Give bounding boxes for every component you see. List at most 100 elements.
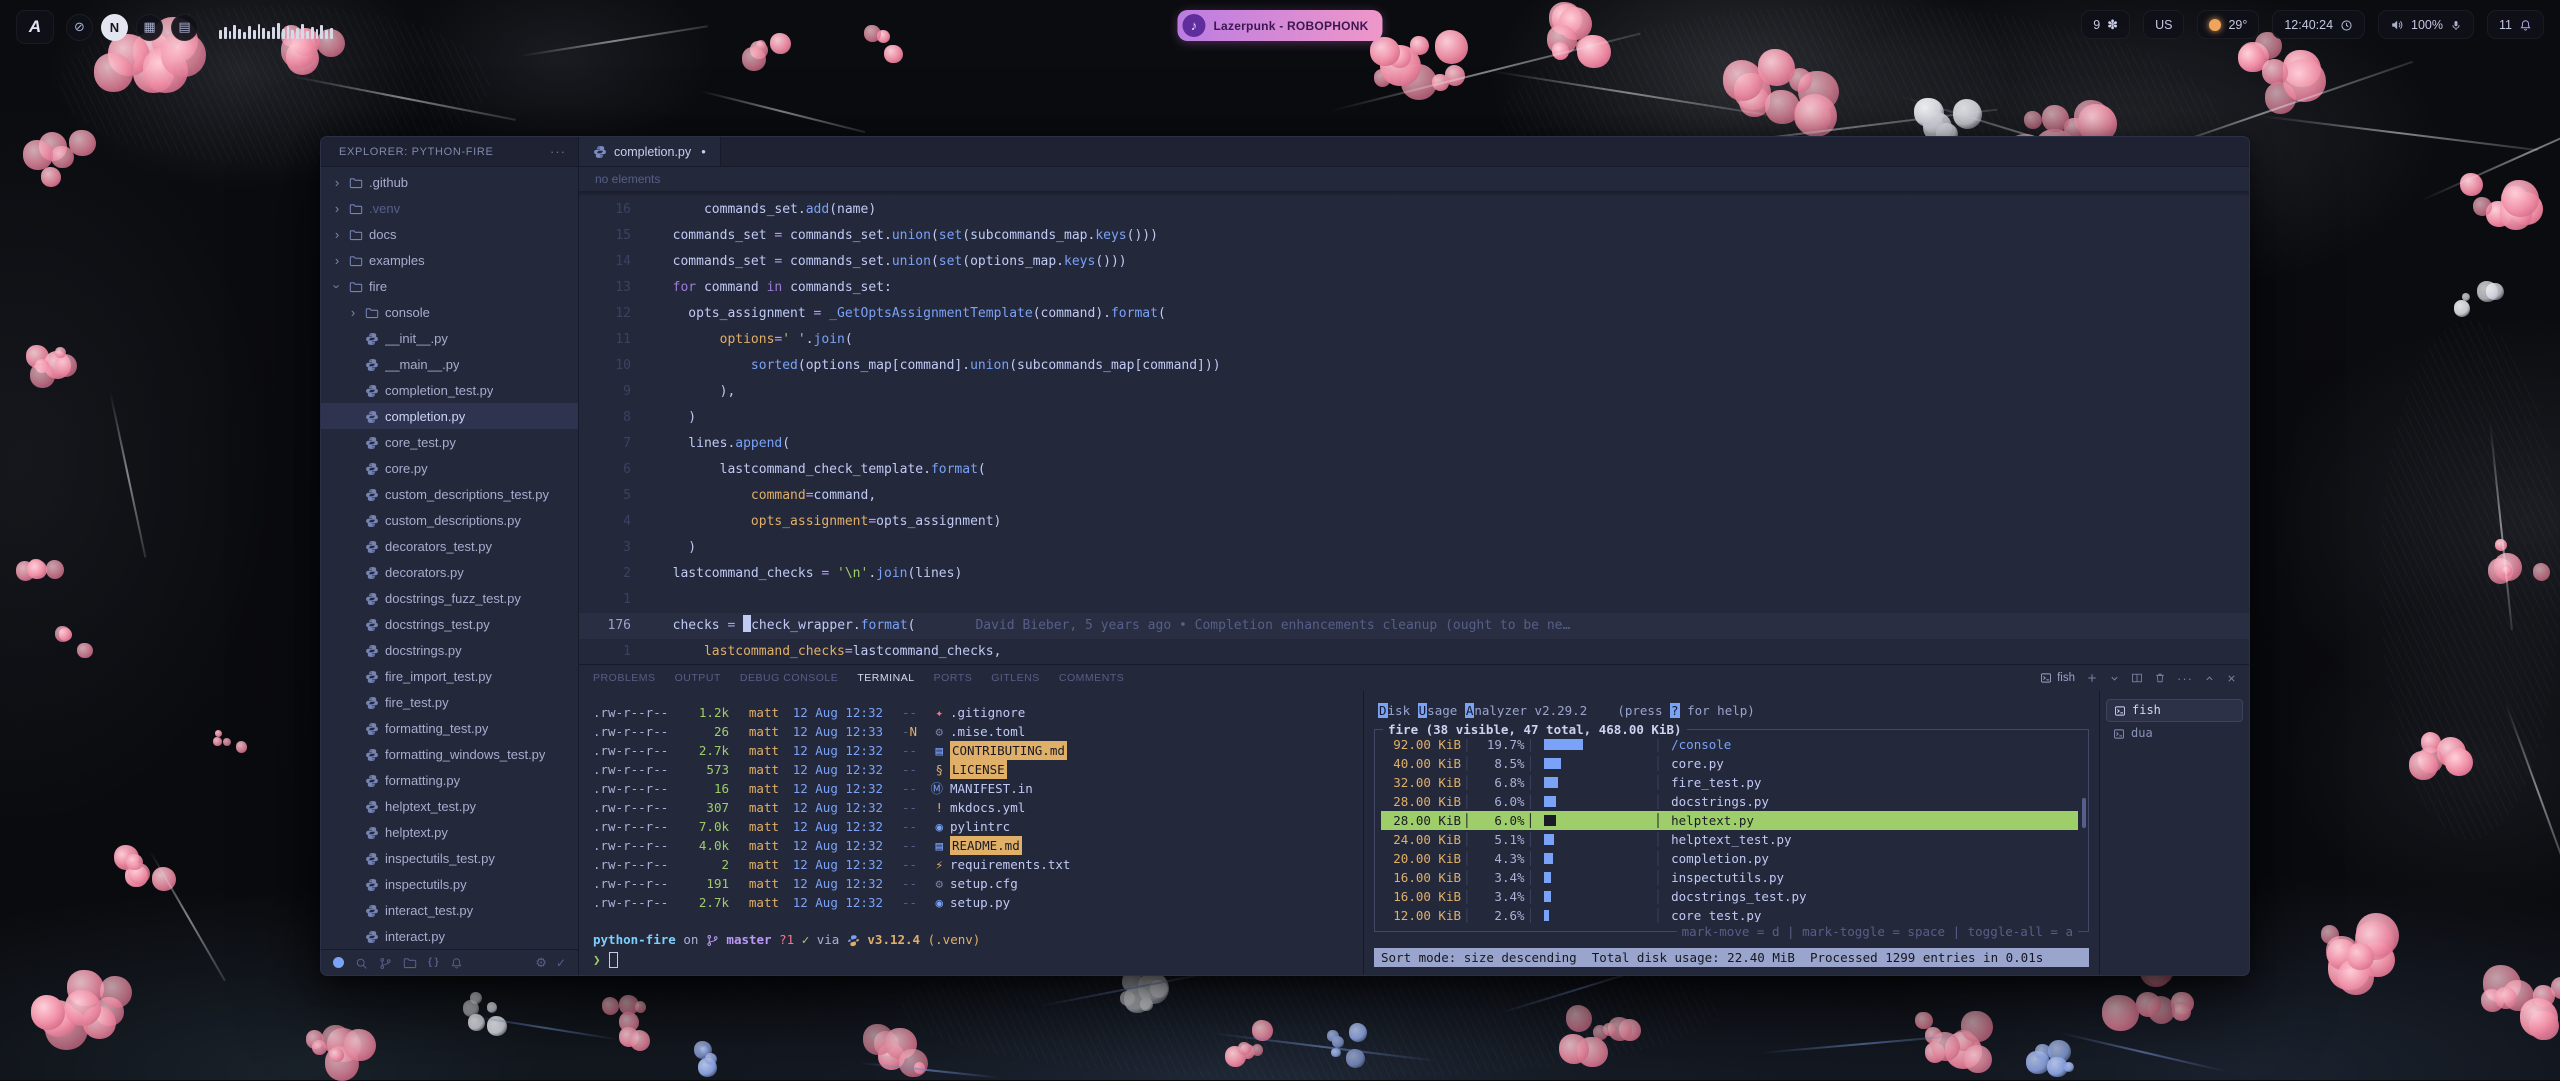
tree-item-decorators-test-py[interactable]: decorators_test.py: [321, 533, 578, 559]
tree-item-inspectutils-test-py[interactable]: inspectutils_test.py: [321, 845, 578, 871]
panel-tab-debug-console[interactable]: DEBUG CONSOLE: [740, 672, 838, 684]
tree-item-docstrings-test-py[interactable]: docstrings_test.py: [321, 611, 578, 637]
panel-tab-terminal[interactable]: TERMINAL: [857, 672, 914, 684]
bell-icon[interactable]: [450, 955, 463, 969]
panel-tab-comments[interactable]: COMMENTS: [1059, 672, 1124, 684]
tree-item-docstrings-py[interactable]: docstrings.py: [321, 637, 578, 663]
terminal-session-fish[interactable]: fish: [2106, 699, 2243, 722]
tree-item-formatting-windows-test-py[interactable]: formatting_windows_test.py: [321, 741, 578, 767]
app-launcher-button[interactable]: A: [16, 10, 54, 44]
media-player-pill[interactable]: ♪ Lazerpunk - ROBOPHONK: [1177, 10, 1382, 41]
split-icon[interactable]: [2131, 672, 2143, 684]
keyboard-layout-pill[interactable]: US: [2143, 10, 2184, 39]
explorer-more-icon[interactable]: ···: [550, 144, 566, 159]
python-file-icon: [365, 720, 379, 736]
folder-icon: [349, 278, 363, 294]
tree-item-interact-py[interactable]: interact.py: [321, 923, 578, 949]
tree-item-label: __init__.py: [385, 331, 448, 346]
power-slash-icon[interactable]: ⊘: [66, 14, 93, 41]
tree-item-inspectutils-py[interactable]: inspectutils.py: [321, 871, 578, 897]
plus-icon[interactable]: [2086, 672, 2098, 684]
tree-item-helptext-py[interactable]: helptext.py: [321, 819, 578, 845]
file-row-requirements-txt: .rw-r--r--2matt12 Aug 12:32--⚡requiremen…: [593, 855, 1363, 874]
folder-icon[interactable]: [403, 955, 417, 970]
dua-row-docstrings-py[interactable]: 28.00 KiB│6.0%││ docstrings.py: [1381, 792, 2078, 811]
tab-completion-py[interactable]: completion.py ●: [579, 137, 721, 166]
line-number: 2: [579, 561, 657, 587]
tree-item-completion-test-py[interactable]: completion_test.py: [321, 377, 578, 403]
line-number: 6: [579, 457, 657, 483]
tree-item-main-py[interactable]: __main__.py: [321, 351, 578, 377]
dua-row-core-py[interactable]: 40.00 KiB│8.5%││ core.py: [1381, 754, 2078, 773]
python-file-icon: [365, 356, 379, 372]
now-playing-label: Lazerpunk - ROBOPHONK: [1213, 19, 1368, 33]
notes-icon[interactable]: ▤: [171, 14, 198, 41]
chevron-right-icon: ›: [331, 201, 343, 216]
tree-item-completion-py[interactable]: completion.py: [321, 403, 578, 429]
terminal-pane-fish[interactable]: .rw-r--r--1.2kmatt12 Aug 12:32--✦.gitign…: [579, 691, 1363, 975]
dua-scrollbar[interactable]: [2082, 798, 2086, 828]
tree-item-formatting-py[interactable]: formatting.py: [321, 767, 578, 793]
chevron-up-icon[interactable]: [2204, 673, 2215, 684]
trash-icon[interactable]: [2154, 672, 2166, 684]
tree-item-label: docstrings_test.py: [385, 617, 490, 632]
tree-item-decorators-py[interactable]: decorators.py: [321, 559, 578, 585]
dua-row-helptext-test-py[interactable]: 24.00 KiB│5.1%││ helptext_test.py: [1381, 830, 2078, 849]
weather-pill[interactable]: 29°: [2197, 10, 2259, 39]
ellipsis-icon[interactable]: ···: [2177, 671, 2193, 686]
grid-icon[interactable]: ▦: [136, 14, 163, 41]
n-badge-icon[interactable]: N: [101, 14, 128, 41]
breadcrumb: no elements: [579, 167, 2249, 191]
tree-item-formatting-test-py[interactable]: formatting_test.py: [321, 715, 578, 741]
tree-item-venv[interactable]: ›.venv: [321, 195, 578, 221]
braces-icon[interactable]: { }: [428, 957, 439, 968]
tree-item-docstrings-fuzz-test-py[interactable]: docstrings_fuzz_test.py: [321, 585, 578, 611]
code-editor[interactable]: 17 """16 commands_set.add(name)15 comman…: [579, 191, 2249, 664]
panel-tab-output[interactable]: OUTPUT: [675, 672, 721, 684]
check-icon[interactable]: ✓: [556, 956, 566, 970]
tree-item-examples[interactable]: ›examples: [321, 247, 578, 273]
tree-item-fire[interactable]: ›fire: [321, 273, 578, 299]
dua-row-docstrings-test-py[interactable]: 16.00 KiB│3.4%││ docstrings_test.py: [1381, 887, 2078, 906]
notifications-pill[interactable]: 11: [2487, 10, 2544, 39]
tree-item-custom-descriptions-py[interactable]: custom_descriptions.py: [321, 507, 578, 533]
tree-item-github[interactable]: ›.github: [321, 169, 578, 195]
shell-prompt-info: python-fire on master ?1 ✓ via v3.12.4 (…: [593, 930, 1363, 949]
terminal-session-dua[interactable]: dua: [2106, 722, 2243, 745]
dua-row-fire-test-py[interactable]: 32.00 KiB│6.8%││ fire_test.py: [1381, 773, 2078, 792]
branch-icon[interactable]: [379, 955, 392, 969]
system-graph-widget[interactable]: [210, 10, 342, 44]
search-icon[interactable]: [355, 955, 368, 969]
tree-item-docs[interactable]: ›docs: [321, 221, 578, 247]
tree-item-core-test-py[interactable]: core_test.py: [321, 429, 578, 455]
tree-item-label: docstrings_fuzz_test.py: [385, 591, 521, 606]
tree-item-init-py[interactable]: __init__.py: [321, 325, 578, 351]
panel-tab-ports[interactable]: PORTS: [934, 672, 973, 684]
dua-row-completion-py[interactable]: 20.00 KiB│4.3%││ completion.py: [1381, 849, 2078, 868]
close-icon[interactable]: [2226, 673, 2237, 684]
volume-pill[interactable]: 100%: [2378, 10, 2474, 39]
session-label: fish: [2132, 701, 2161, 720]
line-number: 4: [579, 509, 657, 535]
tree-item-custom-descriptions-test-py[interactable]: custom_descriptions_test.py: [321, 481, 578, 507]
code-line: 13 for command in commands_set:: [579, 275, 2249, 301]
tree-item-helptext-test-py[interactable]: helptext_test.py: [321, 793, 578, 819]
panel-tab-problems[interactable]: PROBLEMS: [593, 672, 656, 684]
tree-item-core-py[interactable]: core.py: [321, 455, 578, 481]
updates-pill[interactable]: 9 ✽: [2081, 10, 2130, 39]
panel-tab-gitlens[interactable]: GITLENS: [991, 672, 1040, 684]
terminal-pane-dua[interactable]: Disk Usage Analyzer v2.29.2 (press ? for…: [1363, 691, 2099, 975]
clock-pill[interactable]: 12:40:24: [2272, 10, 2365, 39]
dua-row-helptext-py[interactable]: 28.00 KiB│6.0%││ helptext.py: [1381, 811, 2078, 830]
tree-item-interact-test-py[interactable]: interact_test.py: [321, 897, 578, 923]
shell-prompt-line: ❯: [593, 950, 1363, 969]
tree-item-fire-import-test-py[interactable]: fire_import_test.py: [321, 663, 578, 689]
chevron-down-icon[interactable]: [2109, 673, 2120, 684]
gear-icon[interactable]: ⚙: [535, 955, 547, 971]
remote-icon[interactable]: [333, 957, 344, 968]
line-number: 14: [579, 249, 657, 275]
tree-item-label: console: [385, 305, 430, 320]
tree-item-console[interactable]: ›console: [321, 299, 578, 325]
tree-item-fire-test-py[interactable]: fire_test.py: [321, 689, 578, 715]
dua-row-inspectutils-py[interactable]: 16.00 KiB│3.4%││ inspectutils.py: [1381, 868, 2078, 887]
